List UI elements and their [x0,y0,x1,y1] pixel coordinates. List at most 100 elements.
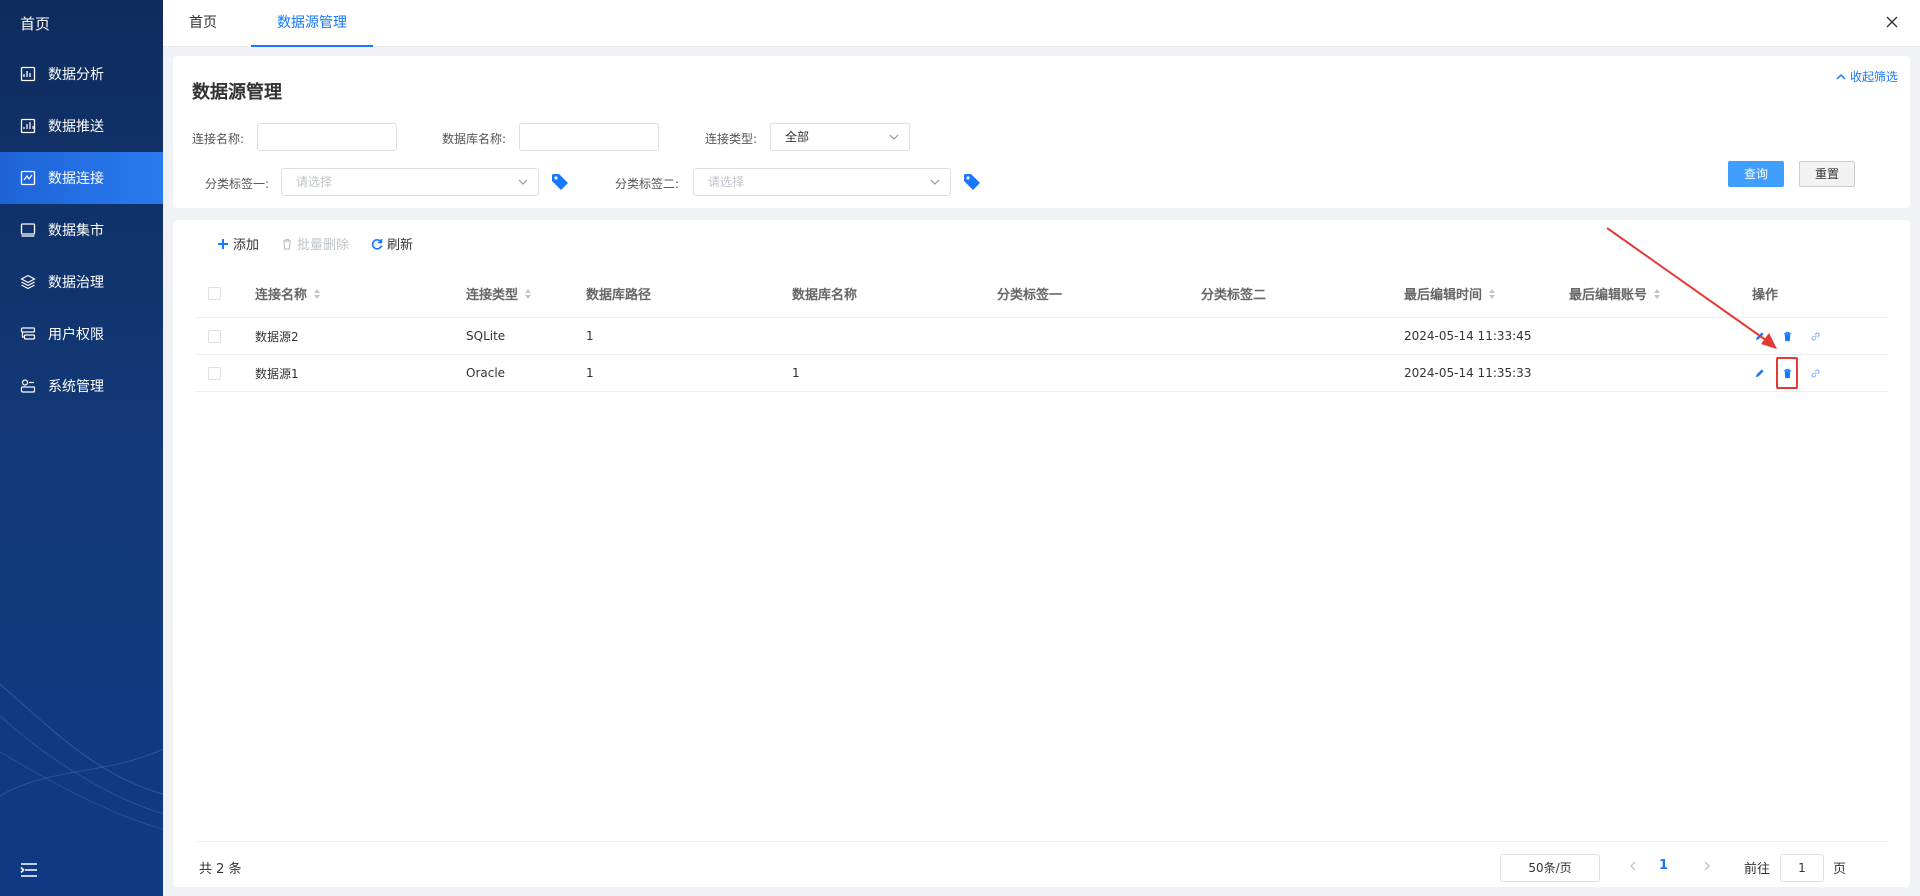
prev-page-icon[interactable] [1627,860,1639,872]
sidebar-item-data-governance[interactable]: 数据治理 [0,256,163,308]
link-button[interactable] [1808,329,1822,343]
refresh-label: 刷新 [387,238,414,253]
tag2-label: 分类标签二: [615,177,680,191]
plus-icon [218,238,228,249]
sidebar-brand-home[interactable]: 首页 [0,0,163,48]
system-icon [20,379,36,393]
sidebar-item-label: 数据分析 [48,67,104,83]
sidebar-item-data-analysis[interactable]: 数据分析 [0,48,163,100]
page-title: 数据源管理 [192,82,282,103]
reset-button[interactable]: 重置 [1799,161,1855,187]
chevron-down-icon [889,134,899,140]
db-name-input[interactable] [519,123,659,151]
push-icon [20,118,36,134]
datasource-table: 连接名称 连接类型 数据库路径 数据库名称 分类标签一 分类标签二 最后编辑时间… [195,270,1888,392]
link-icon [1811,332,1819,340]
header-last-edit-account[interactable]: 最后编辑账号 [1569,270,1661,317]
page-number-current[interactable]: 1 [1659,858,1668,873]
refresh-icon [371,238,383,250]
conn-type-value: 全部 [785,130,810,144]
collapse-filter-button[interactable]: 收起筛选 [1836,68,1898,85]
link-icon [1811,369,1819,377]
table-panel: 添加 批量删除 刷新 连接名称 连接类型 数据库路径 数据库名称 分类标签一 分… [173,220,1910,887]
sidebar-item-label: 用户权限 [48,327,104,343]
conn-name-input[interactable] [257,123,397,151]
table-header-row: 连接名称 连接类型 数据库路径 数据库名称 分类标签一 分类标签二 最后编辑时间… [195,270,1888,318]
edit-button[interactable] [1752,366,1766,380]
tag1-select[interactable]: 请选择 [281,168,539,196]
delete-button[interactable] [1776,357,1798,389]
sidebar-item-data-push[interactable]: 数据推送 [0,100,163,152]
decorative-waves [0,683,163,830]
select-all-checkbox[interactable] [208,287,221,300]
edit-button[interactable] [1752,329,1766,343]
mart-icon [20,223,36,237]
link-button[interactable] [1808,366,1822,380]
header-last-edit-time[interactable]: 最后编辑时间 [1404,270,1496,317]
sidebar-item-label: 数据治理 [48,275,104,291]
batch-delete-button[interactable]: 批量删除 [281,234,349,253]
row-checkbox[interactable] [208,329,221,343]
add-button[interactable]: 添加 [217,234,259,253]
refresh-button[interactable]: 刷新 [371,234,413,253]
table-row: 数据源2 SQLite 1 2024-05-14 11:33:45 [195,318,1888,355]
page-size-select[interactable]: 50条/页 [1500,854,1600,882]
table-toolbar: 添加 批量删除 刷新 [217,234,413,253]
goto-page-input[interactable]: 1 [1780,854,1824,882]
row-actions [1752,355,1822,391]
header-conn-name[interactable]: 连接名称 [255,270,321,317]
header-tag1: 分类标签一 [997,288,1063,303]
governance-icon [20,274,36,290]
pencil-icon [1755,368,1764,377]
tag-icon[interactable] [551,173,569,191]
conn-type-label: 连接类型: [705,132,758,146]
row-actions [1752,318,1822,354]
tag-icon[interactable] [963,173,981,191]
goto-label: 前往 [1744,862,1771,877]
pagination: 共 2 条 50条/页 1 前往 1 页 [195,841,1888,887]
conn-type-select[interactable]: 全部 [770,123,910,151]
row-checkbox[interactable] [208,366,221,380]
tag1-placeholder: 请选择 [296,175,333,189]
chevron-down-icon [518,179,528,185]
header-db-path: 数据库路径 [586,288,652,303]
trash-icon [1783,368,1791,378]
header-tag2: 分类标签二 [1201,288,1267,303]
cell-conn-type: SQLite [466,329,506,343]
cell-db-path: 1 [586,329,594,343]
next-page-icon[interactable] [1701,860,1713,872]
conn-name-label: 连接名称: [192,132,245,146]
sort-icon [525,288,532,299]
trash-icon [283,238,292,250]
tag2-select[interactable]: 请选择 [693,168,951,196]
cell-db-name: 1 [792,366,800,380]
sort-icon [1654,288,1661,299]
sidebar-item-label: 数据推送 [48,119,104,135]
cell-last-edit-time: 2024-05-14 11:35:33 [1404,366,1532,380]
sidebar-item-data-connect[interactable]: 数据连接 [0,152,163,204]
sidebar-item-label: 系统管理 [48,379,104,395]
add-label: 添加 [233,238,260,253]
tab-home[interactable]: 首页 [189,0,217,47]
delete-button[interactable] [1780,329,1794,343]
tag2-placeholder: 请选择 [708,175,745,189]
menu-collapse-icon[interactable] [20,862,38,878]
filter-panel: 数据源管理 收起筛选 连接名称: 数据库名称: 连接类型: 全部 分类标签一: … [173,56,1910,208]
tab-datasource-management[interactable]: 数据源管理 [251,0,373,47]
sort-icon [1489,288,1496,299]
cell-db-path: 1 [586,366,594,380]
sidebar-item-data-mart[interactable]: 数据集市 [0,204,163,256]
analysis-icon [20,66,36,82]
sidebar-item-label: 数据连接 [48,171,104,187]
cell-conn-name: 数据源2 [255,329,299,344]
chevron-up-icon [1836,73,1846,80]
sidebar-item-system-management[interactable]: 系统管理 [0,360,163,412]
close-icon[interactable] [1884,14,1900,30]
header-conn-type[interactable]: 连接类型 [466,270,532,317]
header-db-name: 数据库名称 [792,288,858,303]
sort-icon [314,288,321,299]
sidebar: 首页 数据分析 数据推送 数据连接 数据集市 数据治理 用户权限 系统管理 [0,0,163,896]
top-tab-bar: 首页 数据源管理 [163,0,1920,47]
query-button[interactable]: 查询 [1728,161,1784,187]
sidebar-item-user-permission[interactable]: 用户权限 [0,308,163,360]
